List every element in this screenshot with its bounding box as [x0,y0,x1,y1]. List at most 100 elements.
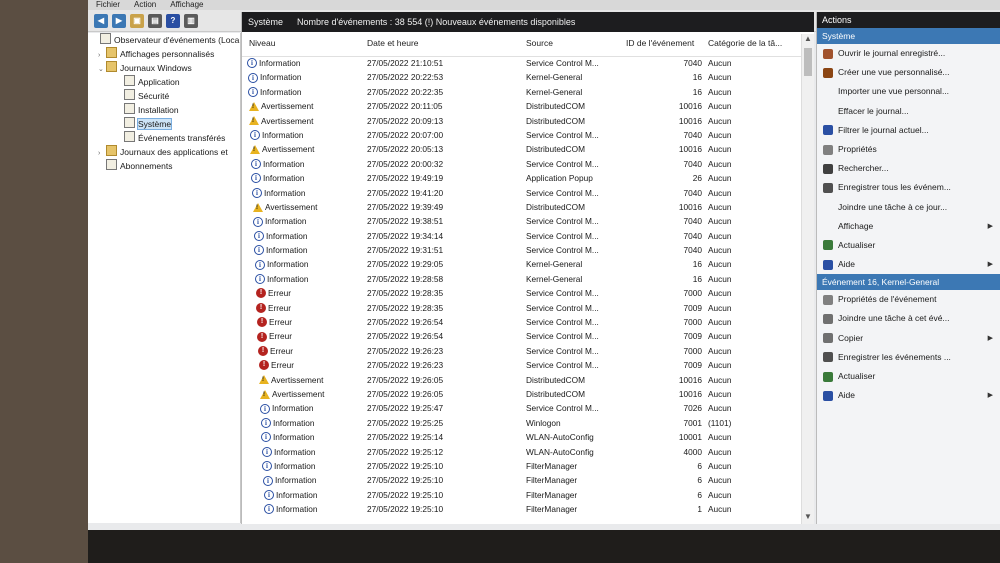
menu-action[interactable]: Action [134,0,156,10]
action-item[interactable]: Propriétés [817,140,1000,159]
table-row[interactable]: Avertissement 27/05/2022 19:26:05 Distribu… [242,373,802,387]
warning-icon [249,101,259,111]
tree-item-3[interactable]: Application [88,75,240,89]
action-item[interactable]: Effacer le journal... [817,102,1000,121]
table-row[interactable]: i Information 27/05/2022 19:25:25 Winlogon 7… [242,416,802,430]
vertical-scrollbar[interactable]: ▲ ▼ [801,34,814,524]
table-row[interactable]: i Information 27/05/2022 19:25:10 FilterMan… [242,488,802,502]
forward-arrow-icon[interactable]: ▶ [112,13,126,28]
level-label: Information [266,245,308,256]
expand-arrow-icon[interactable]: › [98,49,106,61]
level-label: Avertissement [265,201,318,212]
tree-item-8[interactable]: › Journaux des applications et [88,145,240,159]
table-row[interactable]: i Information 27/05/2022 19:41:20 Service C… [242,186,802,200]
information-icon: i [264,489,274,500]
show-hide-tree-icon[interactable]: ▤ [148,13,162,28]
tree-item-0[interactable]: Observateur d'événements (Loca [88,33,240,47]
action-item[interactable]: Enregistrer les événements ... [817,348,1000,367]
source-cell: Service Control M... [526,288,599,299]
show-hide-actions-icon[interactable]: ▥ [184,13,198,28]
category-cell: Aucun [708,432,732,443]
tree-item-1[interactable]: › Affichages personnalisés [88,47,240,61]
help-icon[interactable]: ? [166,13,180,28]
tree-item-6[interactable]: Système [88,117,240,131]
actions-section-event[interactable]: Événement 16, Kernel-General [817,274,1000,291]
table-row[interactable]: i Information 27/05/2022 19:29:05 Kernel-Ge… [242,257,802,271]
table-row[interactable]: ! Erreur 27/05/2022 19:26:23 Service Contro… [242,358,802,372]
event-id-cell: 7001 [683,417,702,428]
action-item[interactable]: Enregistrer tous les événem... [817,178,1000,197]
table-row[interactable]: i Information 27/05/2022 19:31:51 Service C… [242,243,802,257]
folder-up-icon[interactable]: ▣ [130,13,144,28]
table-row[interactable]: Avertissement 27/05/2022 20:09:13 Distribu… [242,114,802,128]
information-icon: i [255,274,265,285]
table-row[interactable]: i Information 27/05/2022 19:34:14 Service C… [242,229,802,243]
back-arrow-icon[interactable]: ◀ [94,13,108,28]
table-row[interactable]: i Information 27/05/2022 19:25:10 FilterMan… [242,459,802,473]
table-row[interactable]: i Information 27/05/2022 19:49:19 Applicati… [242,171,802,185]
col-source[interactable]: Source [526,38,553,48]
tree-item-4[interactable]: Sécurité [88,89,240,103]
scroll-thumb[interactable] [804,48,812,76]
scroll-down-icon[interactable]: ▼ [802,512,814,524]
actions-section-system[interactable]: Système [817,28,1000,44]
table-row[interactable]: ! Erreur 27/05/2022 19:26:54 Service Contro… [242,315,802,329]
action-item[interactable]: Joindre une tâche à ce jour... [817,198,1000,217]
level-label: Information [259,58,301,68]
action-item[interactable]: Aide ▶ [817,255,1000,274]
expand-arrow-icon[interactable]: ⌄ [98,63,106,75]
table-row[interactable]: i Information 27/05/2022 19:25:12 WLAN-Auto… [242,445,802,459]
action-item[interactable]: Rechercher... [817,159,1000,178]
table-row[interactable]: ! Erreur 27/05/2022 19:26:23 Service Contro… [242,344,802,358]
action-item[interactable]: Actualiser [817,367,1000,386]
table-row[interactable]: i Information 27/05/2022 19:38:51 Service C… [242,214,802,228]
table-row[interactable]: ! Erreur 27/05/2022 19:28:35 Service Contro… [242,301,802,315]
expand-arrow-icon[interactable]: › [98,147,106,159]
action-item[interactable]: Copier ▶ [817,329,1000,348]
action-item[interactable]: Aide ▶ [817,386,1000,405]
date-cell: 27/05/2022 19:41:20 [367,187,444,198]
table-row[interactable]: Avertissement 27/05/2022 19:26:05 Distribu… [242,387,802,401]
table-row[interactable]: Avertissement 27/05/2022 20:11:05 Distribu… [242,99,802,113]
table-row[interactable]: Avertissement 27/05/2022 19:39:49 Distribu… [242,200,802,214]
table-row[interactable]: i Information 27/05/2022 20:22:53 Kernel-Ge… [242,70,802,84]
table-row[interactable]: Avertissement 27/05/2022 20:05:13 Distribu… [242,142,802,156]
table-row[interactable]: i Information 27/05/2022 19:25:10 FilterMan… [242,473,802,487]
table-row[interactable]: i Information 27/05/2022 19:25:47 Service C… [242,401,802,415]
tree-item-2[interactable]: ⌄ Journaux Windows [88,61,240,75]
action-item[interactable]: Propriétés de l'événement [817,290,1000,309]
tree-item-9[interactable]: Abonnements [88,159,240,173]
date-cell: 27/05/2022 19:26:05 [367,388,444,399]
col-category[interactable]: Catégorie de la tâ... [708,38,782,48]
information-icon: i [261,432,271,443]
table-row[interactable]: i Information 27/05/2022 20:00:32 Service C… [242,157,802,171]
menu-affichage[interactable]: Affichage [170,0,203,10]
table-row[interactable]: i Information 27/05/2022 19:25:14 WLAN-Auto… [242,430,802,444]
table-row[interactable]: i Information 27/05/2022 19:28:58 Kernel-Ge… [242,272,802,286]
log-header: Système Nombre d'événements : 38 554 (!)… [242,12,814,32]
action-item[interactable]: Créer une vue personnalisé... [817,63,1000,82]
tree-item-label: Journaux des applications et [120,147,228,157]
tree-item-5[interactable]: Installation [88,103,240,117]
action-item[interactable]: Affichage ▶ [817,217,1000,236]
table-row[interactable]: i Information 27/05/2022 20:22:35 Kernel-Ge… [242,85,802,99]
menu-fichier[interactable]: Fichier [96,0,120,10]
table-row[interactable]: i Information 27/05/2022 20:07:00 Service C… [242,128,802,142]
col-level[interactable]: Niveau [249,38,275,48]
table-row[interactable]: i Information 27/05/2022 19:25:10 FilterMan… [242,502,802,516]
actions-pane: Actions Système Ouvrir le journal enregi… [816,12,1000,524]
source-cell: Service Control M... [526,345,599,356]
scroll-up-icon[interactable]: ▲ [802,34,814,46]
action-item[interactable]: Joindre une tâche à cet évé... [817,309,1000,328]
tree-item-7[interactable]: Événements transférés [88,131,240,145]
action-item[interactable]: Importer une vue personnal... [817,82,1000,101]
table-row[interactable]: i Information 27/05/2022 21:10:51 Service C… [242,56,802,70]
table-row[interactable]: ! Erreur 27/05/2022 19:26:54 Service Contro… [242,329,802,343]
action-item[interactable]: Ouvrir le journal enregistré... [817,44,1000,63]
col-event-id[interactable]: ID de l'événement [626,38,694,48]
table-row[interactable]: ! Erreur 27/05/2022 19:28:35 Service Contro… [242,286,802,300]
action-item[interactable]: Actualiser [817,236,1000,255]
col-date[interactable]: Date et heure [367,38,419,48]
source-cell: Service Control M... [526,158,599,169]
action-item[interactable]: Filtrer le journal actuel... [817,121,1000,140]
